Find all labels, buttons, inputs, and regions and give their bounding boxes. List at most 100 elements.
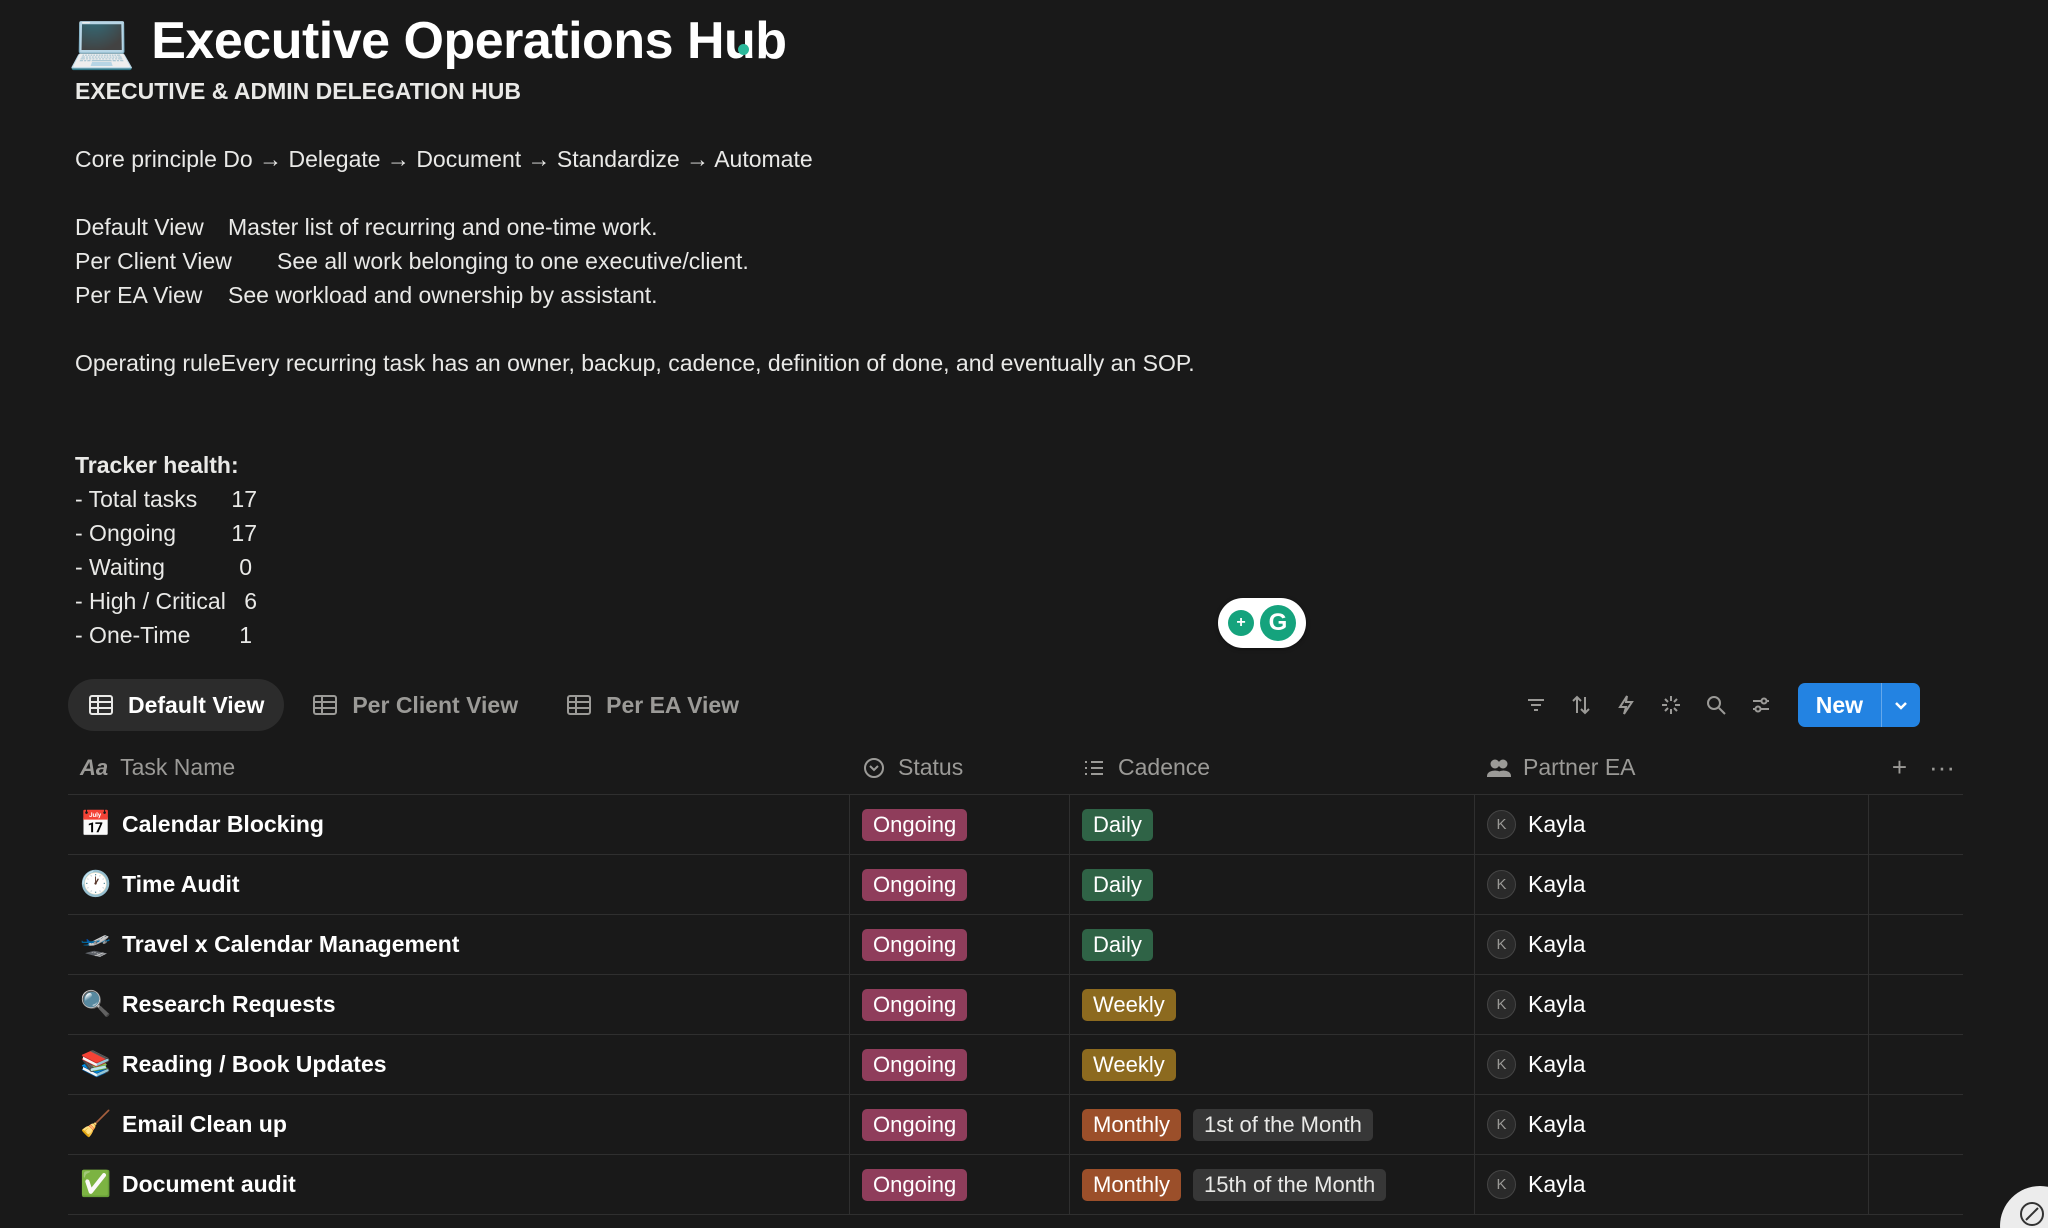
cadence-detail-badge: 1st of the Month <box>1193 1108 1373 1141</box>
new-button[interactable]: New <box>1798 683 1881 727</box>
column-header-cadence[interactable]: Cadence <box>1070 741 1475 794</box>
task-name[interactable]: Time Audit <box>122 871 240 898</box>
column-header-partner-ea[interactable]: Partner EA <box>1475 741 1869 794</box>
task-name[interactable]: Reading / Book Updates <box>122 1051 387 1078</box>
task-name[interactable]: Email Clean up <box>122 1111 287 1138</box>
status-cell[interactable]: Ongoing <box>850 975 1070 1034</box>
empty-cell[interactable] <box>1869 1035 1963 1094</box>
status-badge: Ongoing <box>862 928 968 961</box>
table-row[interactable]: 🛫 Travel x Calendar Management Ongoing Dail… <box>68 915 1963 975</box>
health-item: - Waiting 0 <box>75 550 1475 584</box>
health-heading: Tracker health: <box>75 452 239 478</box>
add-column-icon[interactable]: + <box>1892 752 1907 783</box>
search-button[interactable] <box>1694 683 1739 727</box>
empty-cell[interactable] <box>1869 915 1963 974</box>
health-label: - Waiting <box>75 554 165 580</box>
tab-per-client-view[interactable]: Per Client View <box>292 679 538 731</box>
help-icon <box>2020 1202 2044 1226</box>
header-actions: + ··· <box>1892 741 1963 794</box>
table-row[interactable]: 📚 Reading / Book Updates Ongoing Weekly K Kay… <box>68 1035 1963 1095</box>
task-name[interactable]: Calendar Blocking <box>122 811 324 838</box>
column-header-task-name[interactable]: Aa Task Name <box>68 741 850 794</box>
health-label: - Ongoing <box>75 520 177 546</box>
status-badge: Ongoing <box>862 988 968 1021</box>
sort-button[interactable] <box>1559 683 1604 727</box>
partner-ea-cell[interactable]: K Kayla <box>1475 975 1869 1034</box>
table-row[interactable]: 🕐 Time Audit Ongoing Daily K Kayla <box>68 855 1963 915</box>
partner-ea-name: Kayla <box>1528 811 1586 837</box>
partner-ea-cell[interactable]: K Kayla <box>1475 1155 1869 1214</box>
task-cell[interactable]: 📚 Reading / Book Updates <box>68 1035 850 1094</box>
laptop-icon[interactable]: 💻 <box>68 14 135 68</box>
page-body: EXECUTIVE & ADMIN DELEGATION HUB Core pr… <box>75 74 1475 652</box>
cadence-cell[interactable]: Daily <box>1070 915 1475 974</box>
avatar: K <box>1487 1110 1516 1139</box>
cadence-badge: Daily <box>1082 808 1153 841</box>
people-icon <box>1487 759 1511 777</box>
avatar: K <box>1487 1050 1516 1079</box>
cadence-cell[interactable]: Weekly <box>1070 975 1475 1034</box>
view-description: Per Client View See all work belonging to… <box>75 244 1475 278</box>
filter-button[interactable] <box>1514 683 1559 727</box>
cadence-badge: Daily <box>1082 868 1153 901</box>
table-row[interactable]: 📅 Calendar Blocking Ongoing Daily K Kayla <box>68 795 1963 855</box>
status-cell[interactable]: Ongoing <box>850 1155 1070 1214</box>
status-cell[interactable]: Ongoing <box>850 855 1070 914</box>
empty-cell[interactable] <box>1869 1155 1963 1214</box>
task-cell[interactable]: ✅ Document audit <box>68 1155 850 1214</box>
more-options-icon[interactable]: ··· <box>1929 752 1955 783</box>
status-cell[interactable]: Ongoing <box>850 1095 1070 1154</box>
health-item: - Ongoing 17 <box>75 516 1475 550</box>
empty-cell[interactable] <box>1869 1095 1963 1154</box>
task-cell[interactable]: 🧹 Email Clean up <box>68 1095 850 1154</box>
empty-cell[interactable] <box>1869 975 1963 1034</box>
task-name[interactable]: Document audit <box>122 1171 296 1198</box>
tab-per-ea-view[interactable]: Per EA View <box>546 679 759 731</box>
task-cell[interactable]: 🛫 Travel x Calendar Management <box>68 915 850 974</box>
partner-ea-name: Kayla <box>1528 991 1586 1017</box>
empty-cell[interactable] <box>1869 795 1963 854</box>
cadence-cell[interactable]: Weekly <box>1070 1035 1475 1094</box>
cadence-cell[interactable]: Daily <box>1070 855 1475 914</box>
view-label: Default View <box>75 214 204 240</box>
list-icon <box>1085 760 1103 775</box>
tasks-table: Aa Task Name Status Cadence Partner EA +… <box>68 741 1963 1215</box>
task-cell[interactable]: 🔍 Research Requests <box>68 975 850 1034</box>
cadence-cell[interactable]: Monthly 15th of the Month <box>1070 1155 1475 1214</box>
help-button[interactable] <box>2000 1186 2048 1228</box>
tab-default-view[interactable]: Default View <box>68 679 285 731</box>
status-cell[interactable]: Ongoing <box>850 1035 1070 1094</box>
new-options-button[interactable] <box>1881 683 1920 727</box>
view-label: Per EA View <box>75 282 203 308</box>
task-cell[interactable]: 🕐 Time Audit <box>68 855 850 914</box>
table-row[interactable]: 🔍 Research Requests Ongoing Weekly K Kayla <box>68 975 1963 1035</box>
table-row[interactable]: 🧹 Email Clean up Ongoing Monthly 1st of the … <box>68 1095 1963 1155</box>
new-button-group: New <box>1797 683 1920 727</box>
text-aa-icon: Aa <box>80 754 109 780</box>
task-name[interactable]: Research Requests <box>122 991 336 1018</box>
lightbulb-icon[interactable]: + <box>1228 610 1254 636</box>
cadence-cell[interactable]: Monthly 1st of the Month <box>1070 1095 1475 1154</box>
status-cell[interactable]: Ongoing <box>850 795 1070 854</box>
grammarly-widget[interactable]: + G <box>1218 598 1306 648</box>
subtitle: EXECUTIVE & ADMIN DELEGATION HUB <box>75 78 521 104</box>
operating-rule-text: Every recurring task has an owner, backu… <box>220 350 1195 376</box>
column-header-status[interactable]: Status <box>850 741 1070 794</box>
task-cell[interactable]: 📅 Calendar Blocking <box>68 795 850 854</box>
partner-ea-cell[interactable]: K Kayla <box>1475 915 1869 974</box>
partner-ea-cell[interactable]: K Kayla <box>1475 795 1869 854</box>
ai-button[interactable] <box>1649 683 1694 727</box>
avatar: K <box>1487 810 1516 839</box>
partner-ea-cell[interactable]: K Kayla <box>1475 1095 1869 1154</box>
grammarly-logo-icon[interactable]: G <box>1260 605 1296 641</box>
partner-ea-cell[interactable]: K Kayla <box>1475 1035 1869 1094</box>
page-title[interactable]: Executive Operations Hub <box>151 11 787 71</box>
task-name[interactable]: Travel x Calendar Management <box>122 931 459 958</box>
table-row[interactable]: ✅ Document audit Ongoing Monthly 15th of the… <box>68 1155 1963 1215</box>
automation-button[interactable] <box>1604 683 1649 727</box>
status-cell[interactable]: Ongoing <box>850 915 1070 974</box>
partner-ea-cell[interactable]: K Kayla <box>1475 855 1869 914</box>
cadence-cell[interactable]: Daily <box>1070 795 1475 854</box>
empty-cell[interactable] <box>1869 855 1963 914</box>
settings-button[interactable] <box>1739 683 1784 727</box>
